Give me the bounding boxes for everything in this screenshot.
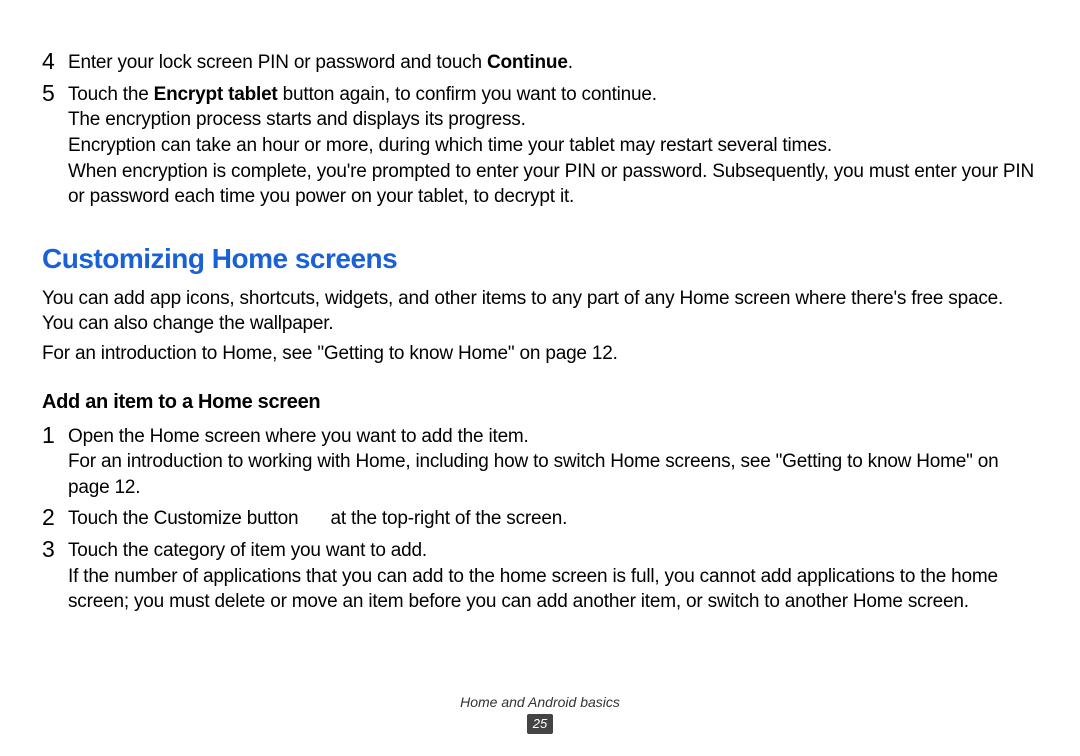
substep-1: 1 Open the Home screen where you want to… <box>42 422 1038 501</box>
substep-3: 3 Touch the category of item you want to… <box>42 536 1038 615</box>
step-body: Touch the category of item you want to a… <box>68 536 1038 615</box>
step-body: Touch the Customize button at the top-ri… <box>68 504 1038 532</box>
step-body: Touch the Encrypt tablet button again, t… <box>68 80 1038 210</box>
substep-2: 2 Touch the Customize button at the top-… <box>42 504 1038 532</box>
subsection-heading: Add an item to a Home screen <box>42 389 1038 416</box>
step-number: 4 <box>42 48 68 76</box>
section-heading: Customizing Home screens <box>42 240 1038 278</box>
section-paragraph: For an introduction to Home, see "Gettin… <box>42 341 1038 367</box>
section-paragraph: You can add app icons, shortcuts, widget… <box>42 286 1038 337</box>
page-number: 25 <box>527 714 553 734</box>
step-number: 5 <box>42 80 68 108</box>
page-content: 4 Enter your lock screen PIN or password… <box>42 48 1038 615</box>
step-body: Open the Home screen where you want to a… <box>68 422 1038 501</box>
step-text: For an introduction to working with Home… <box>68 449 1038 500</box>
step-number: 3 <box>42 536 68 564</box>
step-4: 4 Enter your lock screen PIN or password… <box>42 48 1038 76</box>
step-text: When encryption is complete, you're prom… <box>68 159 1038 210</box>
step-body: Enter your lock screen PIN or password a… <box>68 48 1038 76</box>
step-text: The encryption process starts and displa… <box>68 107 1038 133</box>
step-text: Touch the category of item you want to a… <box>68 538 1038 564</box>
footer-section-label: Home and Android basics <box>0 694 1080 710</box>
step-text: Open the Home screen where you want to a… <box>68 424 1038 450</box>
step-number: 1 <box>42 422 68 450</box>
step-text: If the number of applications that you c… <box>68 564 1038 615</box>
page-footer: Home and Android basics 25 <box>0 694 1080 734</box>
step-text: Enter your lock screen PIN or password a… <box>68 50 1038 76</box>
step-text: Touch the Customize button at the top-ri… <box>68 506 1038 532</box>
step-5: 5 Touch the Encrypt tablet button again,… <box>42 80 1038 210</box>
step-number: 2 <box>42 504 68 532</box>
step-text: Touch the Encrypt tablet button again, t… <box>68 82 1038 108</box>
step-text: Encryption can take an hour or more, dur… <box>68 133 1038 159</box>
